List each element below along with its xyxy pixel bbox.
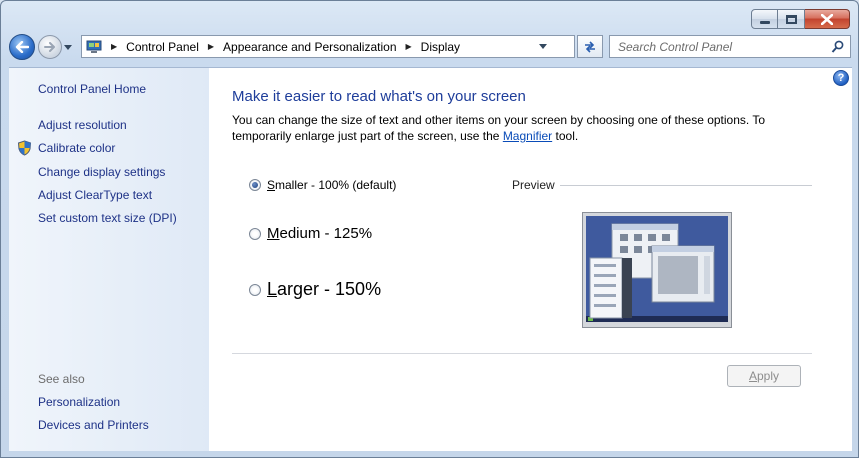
personalization-link[interactable]: Personalization: [38, 395, 120, 409]
search-box[interactable]: [609, 35, 851, 58]
adjust-cleartype-link[interactable]: Adjust ClearType text: [38, 188, 152, 202]
navigation-bar: ▶ Control Panel ▶ Appearance and Persona…: [9, 33, 852, 61]
breadcrumb-item[interactable]: ▶ Appearance and Personalization: [208, 40, 397, 54]
minimize-icon: [759, 20, 770, 24]
caption-buttons: [751, 9, 850, 29]
option-smaller-label: Smaller - 100% (default): [267, 178, 397, 192]
radio-smaller[interactable]: [249, 179, 261, 191]
preview-divider: [560, 185, 812, 186]
option-larger-label: Larger - 150%: [267, 279, 382, 299]
refresh-button[interactable]: [577, 35, 603, 58]
option-medium[interactable]: Medium - 125%: [249, 225, 372, 242]
back-arrow-icon: [15, 41, 29, 53]
forward-arrow-icon: [44, 42, 55, 52]
close-button[interactable]: [805, 9, 850, 29]
option-medium-label: Medium - 125%: [267, 225, 373, 242]
breadcrumb-item[interactable]: ▶ Display: [406, 40, 461, 54]
main-pane: ? Make it easier to read what's on your …: [209, 67, 852, 451]
change-display-settings-link[interactable]: Change display settings: [38, 165, 165, 179]
page-description: You can change the size of text and othe…: [232, 112, 802, 144]
radio-larger[interactable]: [249, 283, 261, 296]
page-title: Make it easier to read what's on your sc…: [232, 88, 526, 105]
content-divider: [232, 353, 812, 354]
see-also-heading: See also: [38, 372, 85, 386]
explorer-window: ▶ Control Panel ▶ Appearance and Persona…: [0, 0, 859, 458]
recent-pages-button[interactable]: [62, 35, 74, 59]
control-panel-home-link[interactable]: Control Panel Home: [38, 82, 146, 96]
custom-text-size-link[interactable]: Set custom text size (DPI): [38, 211, 177, 225]
chevron-down-icon: [539, 44, 547, 49]
close-icon: [821, 13, 833, 25]
calibrate-color-link[interactable]: Calibrate color: [38, 141, 115, 155]
search-input[interactable]: [618, 37, 828, 56]
option-larger[interactable]: Larger - 150%: [249, 279, 381, 300]
breadcrumb-appearance[interactable]: Appearance and Personalization: [223, 40, 396, 54]
apply-button[interactable]: Apply: [727, 365, 801, 387]
adjust-resolution-link[interactable]: Adjust resolution: [38, 118, 127, 132]
description-tail: tool.: [552, 129, 579, 143]
breadcrumb-separator-icon: ▶: [111, 42, 118, 51]
devices-printers-link[interactable]: Devices and Printers: [38, 418, 149, 432]
help-button[interactable]: ?: [833, 70, 849, 86]
breadcrumb-separator-icon: ▶: [207, 42, 215, 51]
breadcrumb-separator-icon: ▶: [405, 42, 412, 51]
refresh-icon: [585, 40, 595, 53]
maximize-icon: [785, 14, 797, 24]
breadcrumb-control-panel[interactable]: Control Panel: [126, 40, 199, 54]
display-preview-image: [582, 212, 732, 328]
shield-icon: [17, 140, 32, 156]
breadcrumb-display[interactable]: Display: [421, 40, 460, 54]
magnifier-link[interactable]: Magnifier: [503, 129, 552, 143]
help-icon: ?: [837, 72, 845, 84]
description-text: You can change the size of text and othe…: [232, 113, 766, 143]
preview-label: Preview: [512, 178, 555, 192]
minimize-button[interactable]: [751, 9, 778, 29]
radio-medium[interactable]: [249, 227, 261, 240]
address-bar[interactable]: ▶ Control Panel ▶ Appearance and Persona…: [81, 35, 575, 58]
control-panel-icon: [86, 40, 102, 53]
forward-button[interactable]: [38, 35, 62, 59]
back-button[interactable]: [9, 34, 35, 60]
option-smaller[interactable]: Smaller - 100% (default): [249, 178, 396, 192]
task-pane: Control Panel Home Adjust resolution Cal…: [9, 67, 209, 451]
chevron-down-icon: [64, 44, 72, 50]
breadcrumb-item[interactable]: ▶ Control Panel: [111, 40, 199, 54]
search-icon[interactable]: [831, 40, 844, 54]
maximize-button[interactable]: [778, 9, 805, 29]
address-history-button[interactable]: [536, 36, 550, 57]
